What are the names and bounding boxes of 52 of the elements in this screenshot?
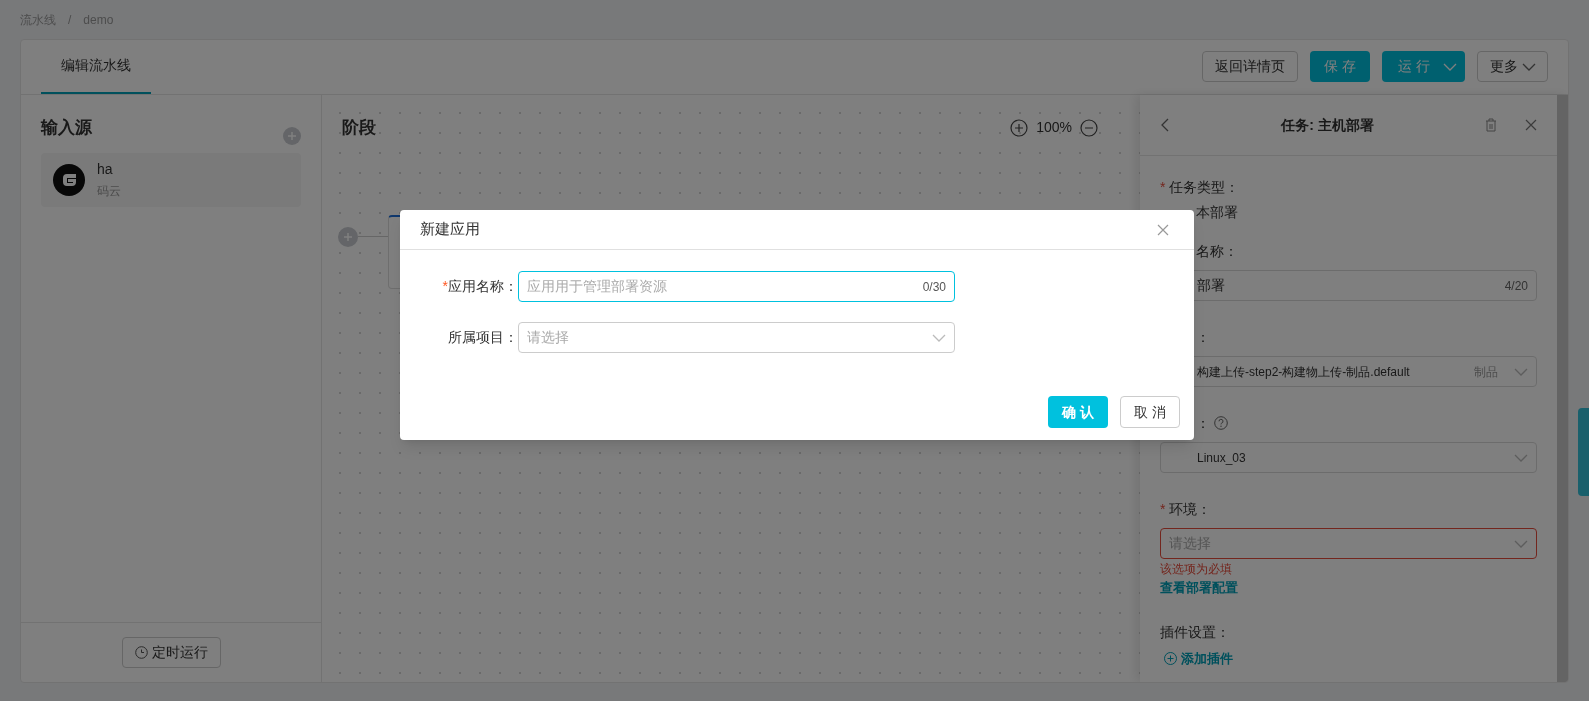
drawer-title: 任务: 主机部署 [1279,115,1375,135]
chevron-down-icon [1521,62,1536,71]
add-source-icon[interactable] [283,126,301,145]
field-label: 所属项目： [448,328,518,347]
plus-circle-icon [1164,651,1177,665]
chevron-down-icon [1514,539,1528,548]
required-mark: * [1160,177,1166,197]
field-label: 插件设置： [1160,622,1231,642]
schedule-run-button[interactable]: 定时运行 [121,637,221,668]
back-to-details-button[interactable]: 返回详情页 [1202,51,1298,82]
field-label: ： [1196,413,1210,433]
tab[interactable]: 编辑流水线 [41,40,151,94]
more-button[interactable]: 更多 [1477,51,1548,82]
required-mark: * [1160,499,1166,519]
field-label: ： [1196,327,1210,347]
scrollbar[interactable] [1557,95,1568,682]
field-label: 应用名称： [448,277,518,296]
zoom-level: 100% [1036,118,1072,138]
help-icon[interactable] [1214,416,1228,430]
chevron-down-icon [1514,367,1528,376]
section-title: 阶段 [342,117,376,139]
repository-logo-icon [53,163,85,196]
field-label: 任务类型： [1169,177,1240,197]
chevron-down-icon [1514,453,1528,462]
character-counter: 0/30 [922,278,946,296]
field-label: 名称： [1196,241,1238,261]
select-field[interactable]: Linux_03 [1160,442,1537,473]
dialog-title: 新建应用 [420,219,480,240]
zoom-in-icon[interactable] [1010,118,1029,137]
chevron-down-icon [932,333,946,342]
deployment-config-link[interactable]: 查看部署配置 [1160,578,1238,598]
back-icon[interactable] [1160,118,1170,132]
zoom-out-icon[interactable] [1080,118,1098,137]
clock-icon [134,646,148,659]
trash-icon[interactable] [1485,118,1497,132]
chevron-down-icon [1443,62,1457,71]
required-mark: * [442,277,448,296]
breadcrumb-separator: / [68,11,72,29]
confirm-button[interactable]: 确 认 [1048,396,1108,428]
select-field[interactable]: 请选择 [518,322,955,353]
cancel-button[interactable]: 取 消 [1120,396,1180,428]
error-message: 该选项为必填 [1160,561,1233,577]
field-value: 本部署 [1195,203,1239,222]
field-label: 环境： [1169,499,1212,519]
close-icon[interactable] [1525,119,1537,131]
add-stage-icon[interactable] [338,227,358,247]
section-title: 输入源 [41,117,92,139]
input-field[interactable]: 应用用于管理部署资源 0/30 [518,271,955,302]
add-plugin-link[interactable]: 添加插件 [1164,648,1233,668]
close-icon[interactable] [1157,223,1169,236]
character-counter: 4/20 [1504,277,1528,295]
source-name: ha [97,159,114,179]
